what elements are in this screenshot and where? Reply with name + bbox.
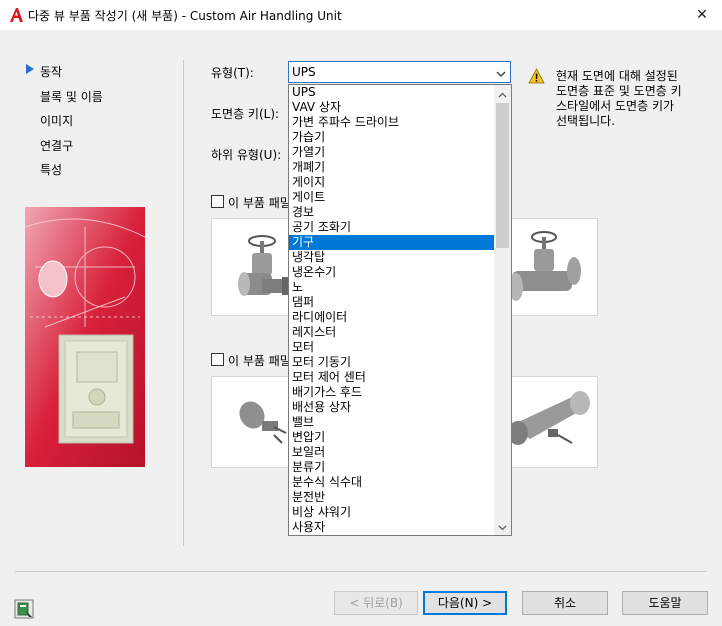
type-label: 유형(T): (211, 66, 254, 80)
nav-item-behavior[interactable]: 동작 (40, 63, 62, 80)
type-option[interactable]: 분류기 (289, 460, 495, 475)
close-icon: ✕ (696, 7, 708, 23)
help-button[interactable]: 도움말 (622, 591, 708, 615)
warning-icon (528, 68, 545, 84)
type-option[interactable]: 가열기 (289, 145, 495, 160)
type-option[interactable]: 레지스터 (289, 325, 495, 340)
subtype-label: 하위 유형(U): (211, 148, 282, 162)
type-option[interactable]: 경보 (289, 205, 495, 220)
part-family-checkbox-2[interactable] (211, 353, 224, 366)
next-button[interactable]: 다음(N) > (423, 591, 507, 615)
part-family-checkbox-1[interactable] (211, 195, 224, 208)
type-option[interactable]: 노 (289, 280, 495, 295)
type-option[interactable]: 모터 (289, 340, 495, 355)
type-dropdown-list[interactable]: UPS VAV 상자 가변 주파수 드라이브 가습기 가열기 개폐기 게이지 게이트 경보 공기 … (288, 84, 512, 536)
cancel-button[interactable]: 취소 (522, 591, 608, 615)
layer-key-label: 도면층 키(L): (211, 107, 280, 121)
type-option[interactable]: UPS (289, 85, 495, 100)
current-step-arrow-icon (26, 64, 34, 74)
vertical-divider (183, 60, 184, 546)
autocad-logo-icon (8, 7, 24, 23)
type-options: UPS VAV 상자 가변 주파수 드라이브 가습기 가열기 개폐기 게이지 게이트 경보 공기 … (289, 85, 495, 535)
type-option[interactable]: 사용자 (289, 520, 495, 535)
type-option[interactable]: 분전반 (289, 490, 495, 505)
type-option[interactable]: 밸브 (289, 415, 495, 430)
chevron-up-icon (498, 87, 507, 101)
type-option[interactable]: 가습기 (289, 130, 495, 145)
type-option[interactable]: 가변 주파수 드라이브 (289, 115, 495, 130)
back-button[interactable]: < 뒤로(B) (334, 591, 418, 615)
type-option[interactable]: 변압기 (289, 430, 495, 445)
type-option[interactable]: 게이지 (289, 175, 495, 190)
type-option[interactable]: 분수식 식수대 (289, 475, 495, 490)
nav-item-block-and-name[interactable]: 블록 및 이름 (40, 88, 103, 105)
gate-valve-image-right (509, 231, 581, 301)
type-option[interactable]: 공기 조화기 (289, 220, 495, 235)
type-option[interactable]: 배기가스 후드 (289, 385, 495, 400)
type-option[interactable]: 기구 (289, 235, 495, 250)
scroll-thumb[interactable] (496, 103, 509, 248)
type-option[interactable]: 게이트 (289, 190, 495, 205)
type-combobox-value: UPS (292, 65, 316, 79)
type-option[interactable]: VAV 상자 (289, 100, 495, 115)
type-option[interactable]: 냉각탑 (289, 250, 495, 265)
warning-message: 현재 도면에 대해 설정된 도면층 표준 및 도면층 키 스타일에서 도면층 키… (556, 69, 682, 128)
nav-item-image[interactable]: 이미지 (40, 112, 73, 129)
type-option[interactable]: 개폐기 (289, 160, 495, 175)
duct-image-right (508, 391, 590, 445)
chevron-down-icon[interactable] (496, 67, 506, 81)
type-option[interactable]: 비상 샤워기 (289, 505, 495, 520)
type-option[interactable]: 배선용 상자 (289, 400, 495, 415)
scroll-up-button[interactable] (494, 85, 511, 102)
horizontal-divider (15, 571, 707, 572)
window-title: 다중 뷰 부품 작성기 (새 부품) - Custom Air Handling… (28, 9, 342, 23)
type-option[interactable]: 라디에이터 (289, 310, 495, 325)
dropdown-scrollbar[interactable] (494, 85, 511, 535)
wizard-illustration (25, 207, 145, 467)
nav-item-properties[interactable]: 특성 (40, 161, 62, 178)
damper-image-left (239, 401, 287, 444)
type-option[interactable]: 모터 제어 센터 (289, 370, 495, 385)
chevron-down-icon (498, 520, 507, 534)
type-combobox[interactable]: UPS (288, 61, 511, 83)
type-option[interactable]: 냉온수기 (289, 265, 495, 280)
gate-valve-image-left (238, 235, 288, 296)
type-option[interactable]: 모터 기동기 (289, 355, 495, 370)
scroll-down-button[interactable] (494, 518, 511, 535)
help-window-icon[interactable] (14, 599, 34, 619)
type-option[interactable]: 댐퍼 (289, 295, 495, 310)
nav-item-connectors[interactable]: 연결구 (40, 137, 73, 154)
close-button[interactable]: ✕ (684, 2, 720, 28)
type-option[interactable]: 보일러 (289, 445, 495, 460)
